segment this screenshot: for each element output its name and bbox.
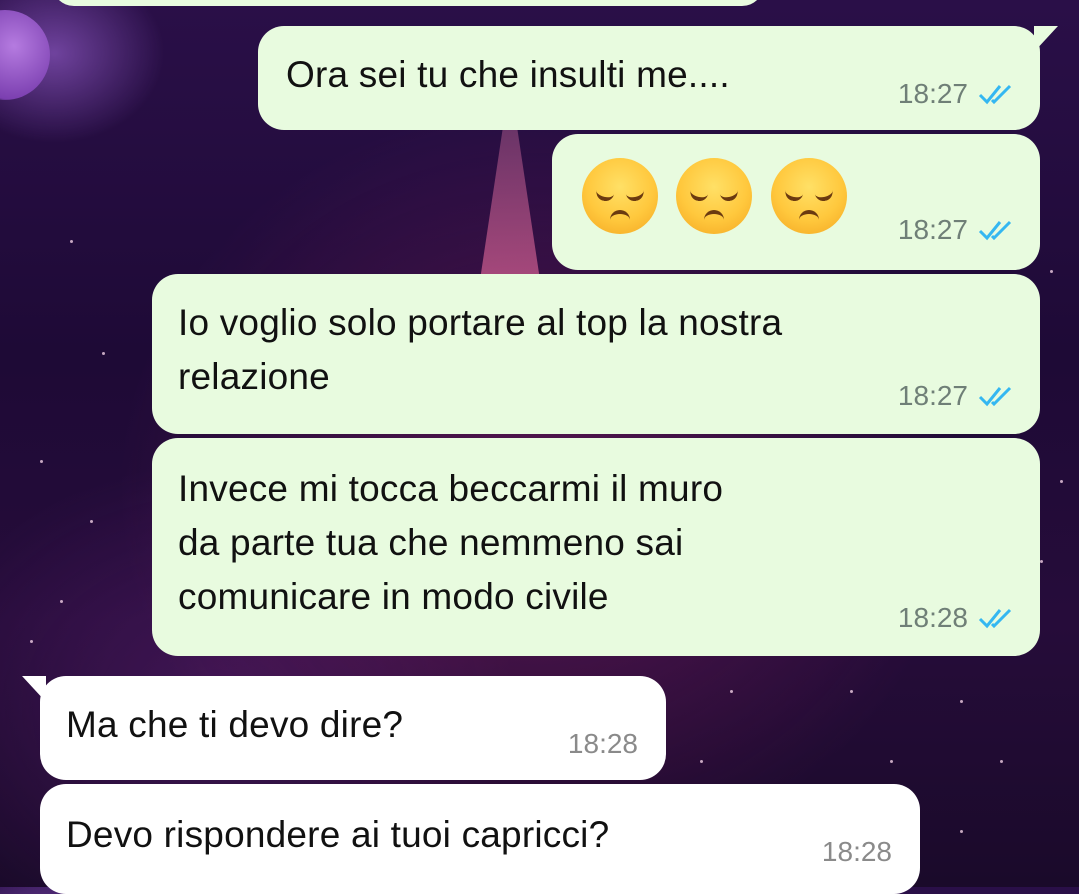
double-check-read-icon bbox=[978, 219, 1014, 241]
outgoing-message[interactable]: Io voglio solo portare al top la nostra … bbox=[152, 274, 1040, 434]
message-text: Invece mi tocca beccarmi il muro da part… bbox=[178, 462, 723, 624]
message-time: 18:27 bbox=[897, 214, 968, 245]
message-meta: 18:27 bbox=[898, 214, 1014, 246]
double-check-read-icon bbox=[978, 607, 1014, 629]
incoming-message[interactable]: Ma che ti devo dire? 18:28 bbox=[22, 676, 666, 780]
message-time: 18:28 bbox=[821, 836, 892, 867]
message-line: relazione bbox=[178, 356, 330, 397]
message-line: Invece mi tocca beccarmi il muro bbox=[178, 468, 724, 509]
outgoing-emoji-message[interactable]: 18:27 bbox=[552, 134, 1040, 270]
outgoing-message[interactable]: Ora sei tu che insulti me.... 18:27 bbox=[258, 26, 1058, 130]
message-time: 18:27 bbox=[897, 380, 968, 411]
message-line: Io voglio solo portare al top la nostra bbox=[178, 302, 783, 343]
message-text: Ora sei tu che insulti me.... bbox=[286, 54, 730, 95]
message-meta: 18:27 bbox=[898, 78, 1014, 110]
message-text: Devo rispondere ai tuoi capricci? bbox=[66, 814, 610, 855]
message-meta: 18:28 bbox=[568, 728, 638, 760]
outgoing-message[interactable]: Invece mi tocca beccarmi il muro da part… bbox=[152, 438, 1040, 656]
eiffel-tower-wallpaper bbox=[480, 120, 540, 280]
double-check-read-icon bbox=[978, 385, 1014, 407]
moon-glow bbox=[0, 10, 50, 100]
message-meta: 18:28 bbox=[822, 836, 892, 868]
bubble-tail bbox=[22, 676, 46, 702]
disappointed-face-icon bbox=[582, 158, 658, 234]
message-text: Ma che ti devo dire? bbox=[66, 704, 404, 745]
message-time: 18:28 bbox=[897, 602, 968, 633]
message-time: 18:28 bbox=[567, 728, 638, 759]
double-check-read-icon bbox=[978, 83, 1014, 105]
message-line: comunicare in modo civile bbox=[178, 576, 609, 617]
emoji-row bbox=[582, 158, 861, 234]
incoming-message[interactable]: Devo rispondere ai tuoi capricci? 18:28 bbox=[40, 784, 920, 894]
previous-message-bubble bbox=[52, 0, 764, 6]
bubble-tail bbox=[1034, 26, 1058, 52]
disappointed-face-icon bbox=[770, 158, 847, 234]
message-time: 18:27 bbox=[897, 78, 968, 109]
message-meta: 18:27 bbox=[898, 380, 1014, 412]
disappointed-face-icon bbox=[676, 158, 753, 234]
message-text: Io voglio solo portare al top la nostra … bbox=[178, 296, 782, 404]
message-line: da parte tua che nemmeno sai bbox=[178, 522, 684, 563]
message-meta: 18:28 bbox=[898, 602, 1014, 634]
